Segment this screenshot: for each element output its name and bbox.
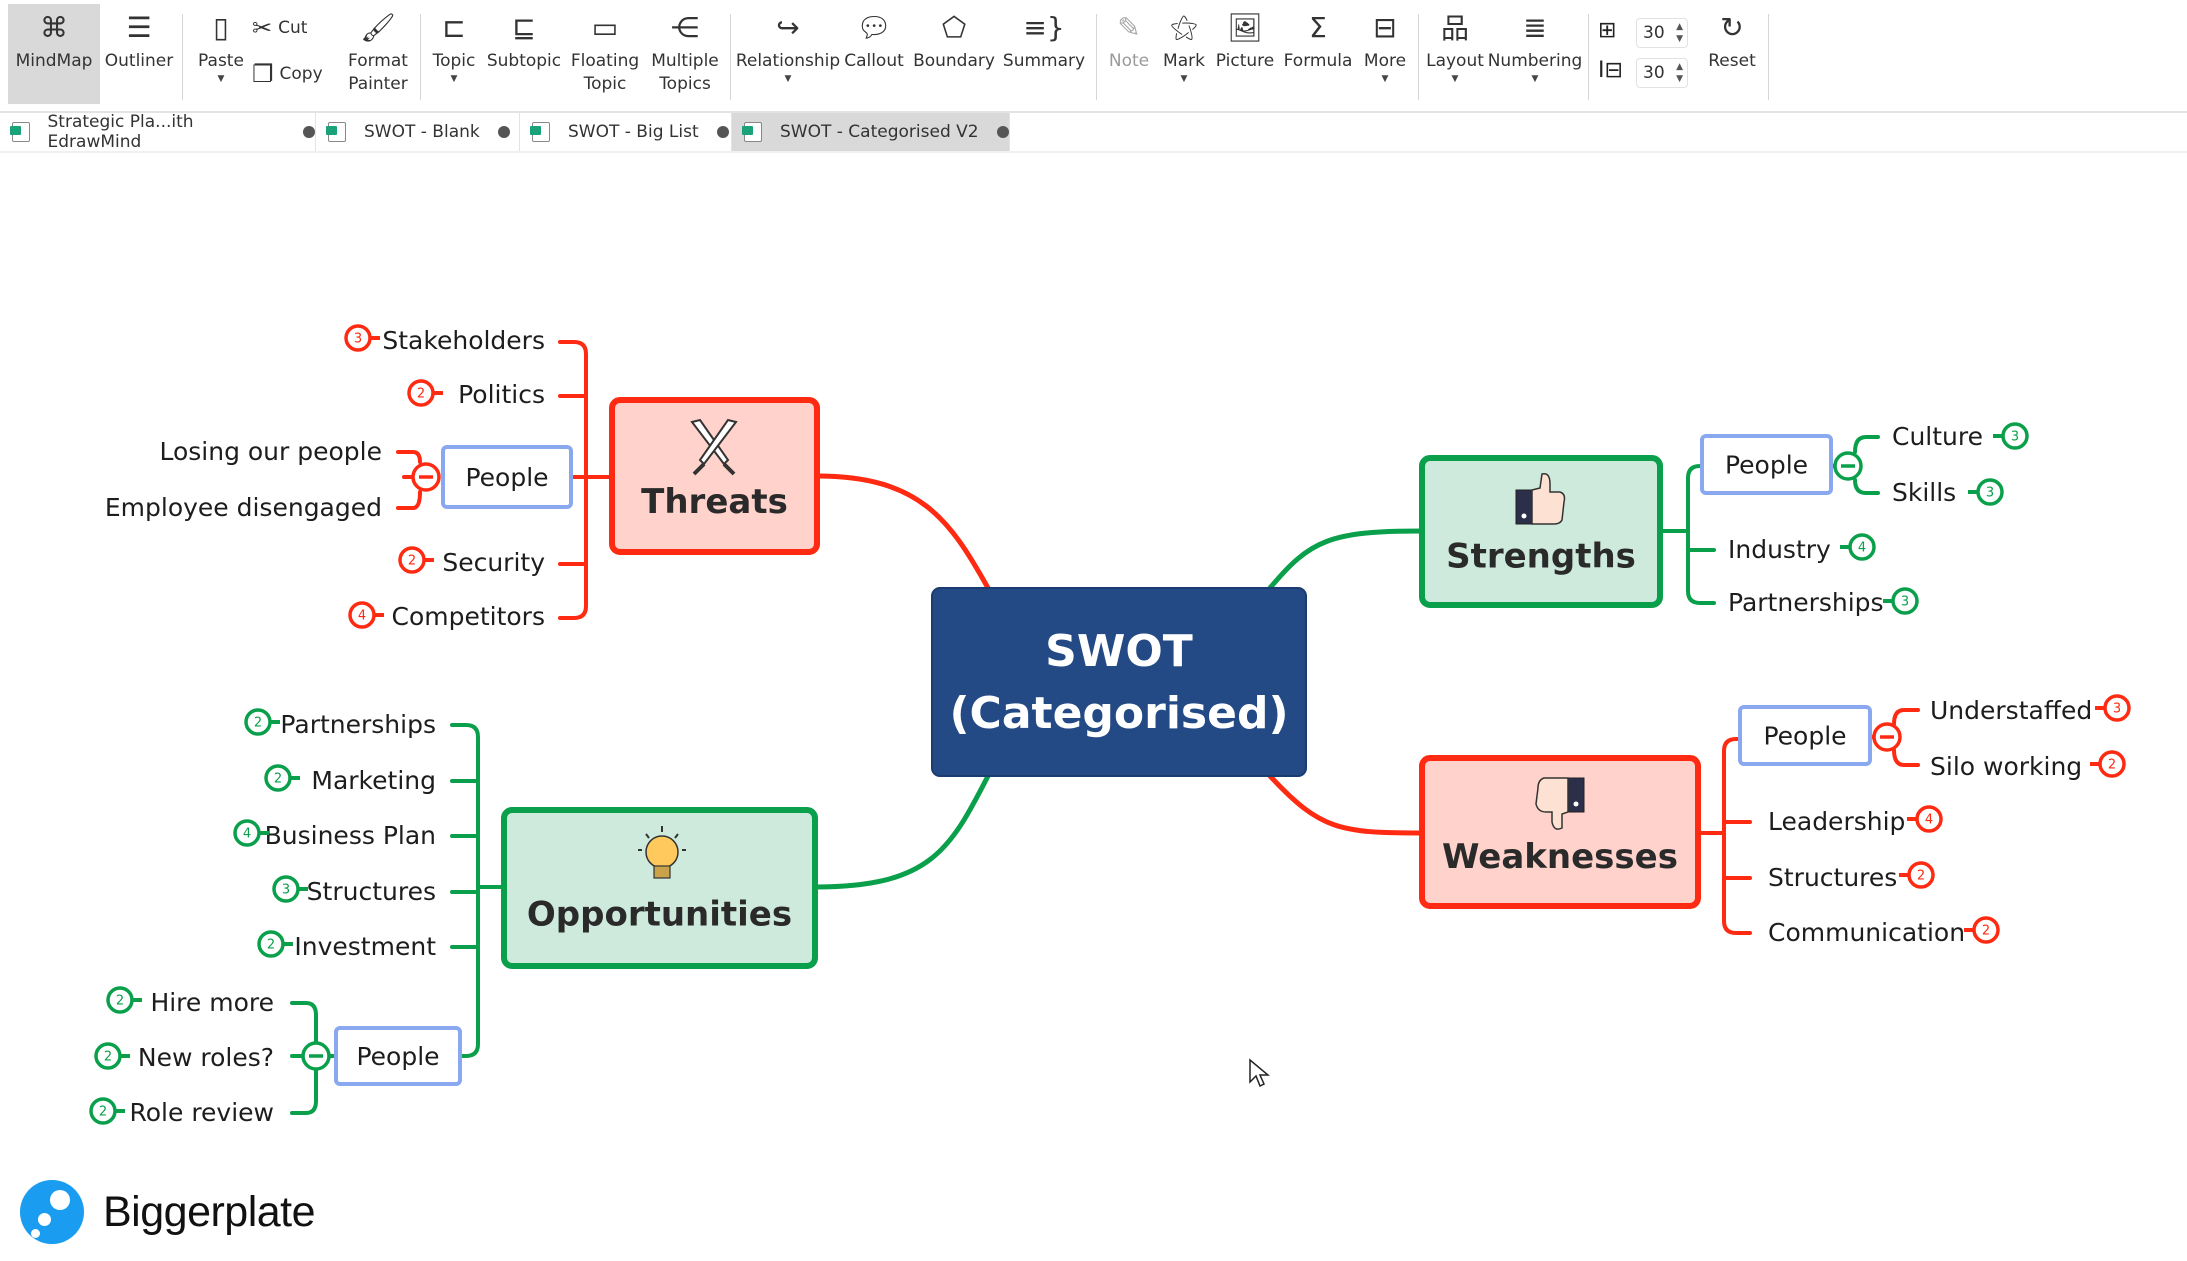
priority-number: 2: [417, 387, 425, 402]
priority-badge[interactable]: 2: [1899, 861, 1935, 889]
mouse-pointer-icon: [1249, 1058, 1270, 1088]
strength-partnerships[interactable]: Partnerships: [1728, 588, 1884, 617]
priority-number: 4: [358, 609, 366, 624]
strengths-topic-title[interactable]: Strengths: [1446, 536, 1636, 576]
priority-number: 2: [267, 938, 275, 953]
collapse-toggle[interactable]: [1872, 722, 1902, 752]
threat-losing-our-people[interactable]: Losing our people: [159, 437, 382, 466]
central-topic-line1[interactable]: SWOT: [1045, 626, 1193, 677]
threat-security[interactable]: Security: [442, 548, 545, 577]
priority-badge[interactable]: 2: [407, 379, 443, 407]
priority-badge[interactable]: 2: [257, 930, 293, 958]
priority-badge[interactable]: 3: [344, 324, 380, 352]
opportunity-business-plan[interactable]: Business Plan: [265, 821, 436, 850]
priority-badge[interactable]: 2: [89, 1097, 125, 1125]
threat-employee-disengaged[interactable]: Employee disengaged: [105, 493, 382, 522]
priority-badge[interactable]: 2: [2090, 750, 2126, 778]
opportunity-marketing[interactable]: Marketing: [311, 766, 436, 795]
priority-number: 4: [1858, 541, 1866, 556]
mindmap-canvas[interactable]: SWOT (Categorised) Threats Stakeholders 3 Pol…: [0, 0, 2187, 1261]
opportunity-hire-more[interactable]: Hire more: [150, 988, 274, 1017]
priority-number: 2: [408, 554, 416, 569]
priority-badge[interactable]: 3: [272, 875, 308, 903]
opportunities-connector: [812, 773, 991, 890]
collapse-toggle[interactable]: [301, 1041, 331, 1071]
weakness-understaffed[interactable]: Understaffed: [1930, 696, 2092, 725]
threat-politics[interactable]: Politics: [458, 380, 545, 409]
collapse-toggle[interactable]: [1833, 451, 1863, 481]
strength-skills[interactable]: Skills: [1892, 478, 1956, 507]
weakness-people-label[interactable]: People: [1763, 722, 1846, 751]
priority-number: 3: [2113, 702, 2121, 717]
priority-number: 2: [1917, 869, 1925, 884]
priority-badge[interactable]: 2: [94, 1042, 130, 1070]
priority-badge[interactable]: 2: [1964, 916, 2000, 944]
strengths-connector: [1267, 528, 1425, 591]
threat-stakeholders[interactable]: Stakeholders: [382, 326, 545, 355]
central-topic-box[interactable]: [931, 587, 1307, 777]
priority-number: 2: [116, 994, 124, 1009]
biggerplate-bubbles-icon: [20, 1180, 84, 1244]
threats-topic-title[interactable]: Threats: [641, 482, 788, 522]
priority-number: 3: [282, 883, 290, 898]
nodes: SWOT (Categorised) Threats Stakeholders 3 Pol…: [89, 324, 2131, 1127]
opportunities-topic-title[interactable]: Opportunities: [527, 895, 792, 935]
priority-number: 2: [1982, 924, 1990, 939]
weakness-leadership[interactable]: Leadership: [1768, 807, 1905, 836]
priority-badge[interactable]: 3: [1883, 587, 1919, 615]
central-topic-line2[interactable]: (Categorised): [949, 688, 1288, 739]
priority-number: 2: [254, 716, 262, 731]
opportunity-role-review[interactable]: Role review: [130, 1098, 275, 1127]
threat-people-label[interactable]: People: [465, 463, 548, 492]
strength-industry[interactable]: Industry: [1728, 535, 1831, 564]
branch-bracket: [450, 723, 506, 1058]
priority-badge[interactable]: 2: [244, 708, 280, 736]
threats-topic-box[interactable]: [609, 397, 820, 555]
priority-number: 3: [2011, 430, 2019, 445]
threats-connector: [814, 473, 991, 591]
opportunities-topic-box[interactable]: [501, 807, 818, 969]
opportunity-new-roles[interactable]: New roles?: [138, 1043, 274, 1072]
priority-badge[interactable]: 3: [2095, 694, 2131, 722]
biggerplate-logo: Biggerplate: [20, 1180, 316, 1244]
priority-number: 3: [354, 332, 362, 347]
opportunity-structures[interactable]: Structures: [307, 877, 436, 906]
collapse-toggle[interactable]: [411, 462, 441, 492]
threat-competitors[interactable]: Competitors: [391, 602, 545, 631]
weaknesses-topic-title[interactable]: Weaknesses: [1442, 837, 1678, 877]
weakness-communication[interactable]: Communication: [1768, 918, 1965, 947]
priority-badge[interactable]: 4: [1840, 533, 1876, 561]
priority-badge[interactable]: 2: [106, 986, 142, 1014]
priority-badge[interactable]: 4: [348, 601, 384, 629]
priority-number: 3: [1986, 486, 1994, 501]
priority-number: 2: [104, 1050, 112, 1065]
weaknesses-connector: [1267, 773, 1425, 836]
priority-number: 2: [2108, 758, 2116, 773]
priority-number: 4: [1925, 813, 1933, 828]
weakness-structures[interactable]: Structures: [1768, 863, 1897, 892]
opportunity-people-label[interactable]: People: [356, 1042, 439, 1071]
priority-badge[interactable]: 3: [1968, 478, 2004, 506]
priority-number: 4: [243, 827, 251, 842]
branch-bracket: [1696, 737, 1752, 935]
strength-people-label[interactable]: People: [1725, 451, 1808, 480]
priority-number: 2: [274, 772, 282, 787]
priority-number: 3: [1901, 595, 1909, 610]
priority-badge[interactable]: 2: [264, 764, 300, 792]
priority-badge[interactable]: 3: [1993, 422, 2029, 450]
strength-culture[interactable]: Culture: [1892, 422, 1983, 451]
weakness-silo-working[interactable]: Silo working: [1930, 752, 2082, 781]
opportunity-investment[interactable]: Investment: [294, 932, 436, 961]
priority-number: 2: [99, 1105, 107, 1120]
opportunity-partnerships[interactable]: Partnerships: [280, 710, 436, 739]
priority-badge[interactable]: 4: [1907, 805, 1943, 833]
priority-badge[interactable]: 2: [398, 546, 434, 574]
